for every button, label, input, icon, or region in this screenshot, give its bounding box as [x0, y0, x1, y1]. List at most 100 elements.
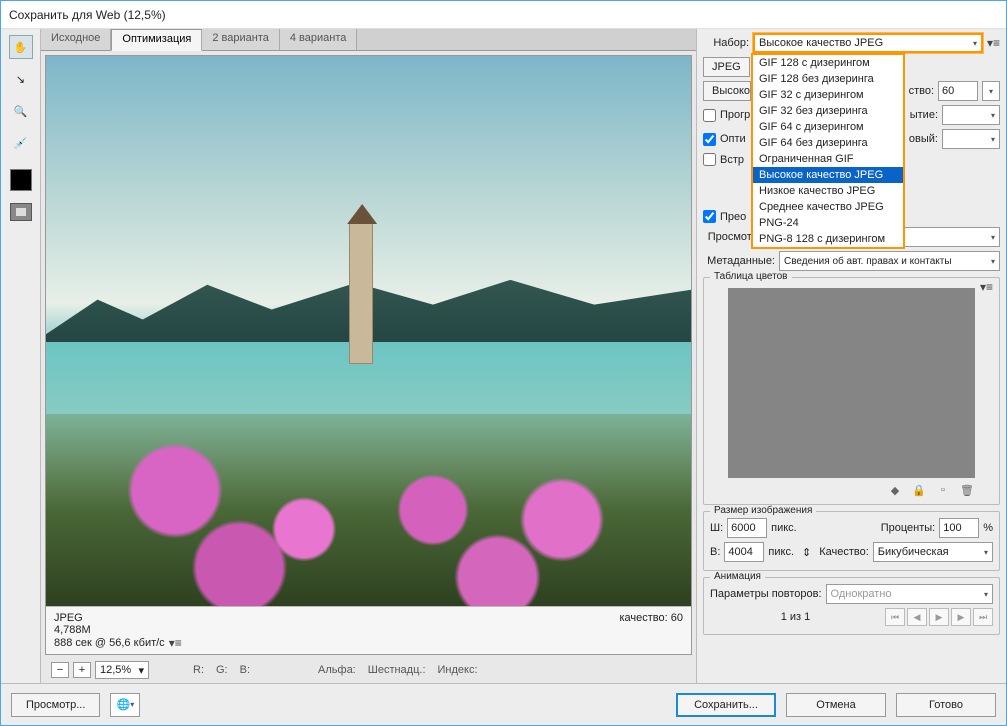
- percent-label: Проценты:: [881, 522, 936, 534]
- blur-select[interactable]: ▾: [942, 105, 1000, 125]
- zoom-out-button[interactable]: −: [51, 662, 69, 678]
- loop-select: Однократно▾: [826, 584, 993, 604]
- zoom-select[interactable]: 12,5%▾: [95, 661, 149, 679]
- matte-select[interactable]: ▾: [942, 129, 1000, 149]
- meta-select[interactable]: Сведения об авт. правах и контакты▾: [779, 251, 1000, 271]
- tab-4up[interactable]: 4 варианта: [280, 29, 358, 50]
- blur-label: ытие:: [910, 109, 938, 121]
- animation-legend: Анимация: [710, 571, 765, 582]
- browser-preview-button[interactable]: 🌐▾: [110, 693, 140, 717]
- optimized-checkbox[interactable]: Опти: [703, 133, 746, 146]
- anim-play-icon: ▶: [929, 608, 949, 626]
- resample-label: Качество:: [819, 546, 869, 558]
- dd-item[interactable]: GIF 128 с дизерингом: [753, 55, 903, 71]
- quality-preset-button[interactable]: Высоко: [703, 81, 751, 101]
- colortable-legend: Таблица цветов: [710, 271, 792, 282]
- progressive-checkbox[interactable]: Прогр: [703, 109, 750, 122]
- preset-select[interactable]: Высокое качество JPEG▾: [753, 33, 983, 53]
- window-title: Сохранить для Web (12,5%): [9, 8, 166, 22]
- imagesize-fieldset: Размер изображения Ш: пикс. Проценты: % …: [703, 511, 1000, 571]
- dd-item[interactable]: Ограниченная GIF: [753, 151, 903, 167]
- format-button[interactable]: JPEG: [703, 57, 750, 77]
- height-input[interactable]: [724, 542, 764, 562]
- dd-item[interactable]: GIF 32 без дизеринга: [753, 103, 903, 119]
- done-button[interactable]: Готово: [896, 693, 996, 717]
- link-icon[interactable]: ⇕: [802, 546, 811, 559]
- tool-column: ✋ ↘ 🔍 💉: [1, 29, 41, 683]
- animation-fieldset: Анимация Параметры повторов: Однократно▾…: [703, 577, 1000, 635]
- px-label: пикс.: [771, 522, 797, 534]
- info-quality: качество: 60: [619, 612, 683, 624]
- quality-input[interactable]: [938, 81, 978, 101]
- settings-menu-icon[interactable]: ▾≡: [987, 36, 1000, 50]
- loop-label: Параметры повторов:: [710, 588, 822, 600]
- convert-srgb-checkbox[interactable]: Прео: [703, 210, 746, 223]
- ct-eyedrop-icon[interactable]: ◆: [887, 482, 903, 498]
- percent-input[interactable]: [939, 518, 979, 538]
- center-column: Исходное Оптимизация 2 варианта 4 вариан…: [41, 29, 696, 683]
- embed-checkbox[interactable]: Встр: [703, 153, 744, 166]
- zoom-in-button[interactable]: +: [73, 662, 91, 678]
- anim-last-icon: ⏭: [973, 608, 993, 626]
- preview-button[interactable]: Просмотр...: [11, 693, 100, 717]
- anim-prev-icon: ◀: [907, 608, 927, 626]
- px-label2: пикс.: [768, 546, 794, 558]
- slice-visibility-toggle[interactable]: [10, 203, 32, 221]
- preview-tabs: Исходное Оптимизация 2 варианта 4 вариан…: [41, 29, 696, 51]
- quality-label: ство:: [909, 85, 934, 97]
- dd-item-selected[interactable]: Высокое качество JPEG: [753, 167, 903, 183]
- alpha-label: Альфа:: [318, 664, 356, 676]
- ct-lock-icon[interactable]: 🔒: [911, 482, 927, 498]
- preview-info: JPEGкачество: 60 4,788M 888 сек @ 56,6 к…: [46, 606, 691, 654]
- titlebar: Сохранить для Web (12,5%): [1, 1, 1006, 29]
- dd-item[interactable]: Среднее качество JPEG: [753, 199, 903, 215]
- h-label: В:: [710, 546, 720, 558]
- frame-counter: 1 из 1: [710, 611, 881, 623]
- b-label: B:: [240, 664, 250, 676]
- anim-next-icon: ▶: [951, 608, 971, 626]
- g-label: G:: [216, 664, 228, 676]
- info-size: 4,788M: [54, 624, 683, 636]
- slice-tool[interactable]: ↘: [9, 67, 33, 91]
- tab-original[interactable]: Исходное: [41, 29, 111, 50]
- imagesize-legend: Размер изображения: [710, 505, 816, 516]
- ct-add-icon[interactable]: ▫: [935, 482, 951, 498]
- w-label: Ш:: [710, 522, 723, 534]
- r-label: R:: [193, 664, 204, 676]
- dd-item[interactable]: GIF 64 с дизерингом: [753, 119, 903, 135]
- cancel-button[interactable]: Отмена: [786, 693, 886, 717]
- tab-optimized[interactable]: Оптимизация: [111, 29, 202, 51]
- width-input[interactable]: [727, 518, 767, 538]
- main-area: ✋ ↘ 🔍 💉 Исходное Оптимизация 2 варианта …: [1, 29, 1006, 683]
- tab-2up[interactable]: 2 варианта: [202, 29, 280, 50]
- dd-item[interactable]: PNG-24: [753, 215, 903, 231]
- quality-stepper[interactable]: ▾: [982, 81, 1000, 101]
- dd-item[interactable]: PNG-8 128 с дизерингом: [753, 231, 903, 247]
- anim-first-icon: ⏮: [885, 608, 905, 626]
- dd-item[interactable]: GIF 128 без дизеринга: [753, 71, 903, 87]
- preset-dropdown[interactable]: GIF 128 с дизерингом GIF 128 без дизерин…: [751, 53, 905, 249]
- image-preview[interactable]: [46, 56, 691, 606]
- settings-panel: Набор: Высокое качество JPEG▾ ▾≡ GIF 128…: [696, 29, 1006, 683]
- resample-select[interactable]: Бикубическая▾: [873, 542, 993, 562]
- save-button[interactable]: Сохранить...: [676, 693, 776, 717]
- hand-tool[interactable]: ✋: [9, 35, 33, 59]
- dd-item[interactable]: Низкое качество JPEG: [753, 183, 903, 199]
- matte-label: овый:: [909, 133, 938, 145]
- status-bar: − + 12,5%▾ R: G: B: Альфа: Шестнадц.: Ин…: [45, 659, 692, 681]
- canvas-wrap: JPEGкачество: 60 4,788M 888 сек @ 56,6 к…: [45, 55, 692, 655]
- color-swatch[interactable]: [10, 169, 32, 191]
- meta-label: Метаданные:: [703, 255, 775, 267]
- ct-trash-icon[interactable]: 🗑: [959, 482, 975, 498]
- zoom-tool[interactable]: 🔍: [9, 99, 33, 123]
- color-table[interactable]: [728, 288, 975, 478]
- dd-item[interactable]: GIF 32 с дизерингом: [753, 87, 903, 103]
- colortable-menu-icon[interactable]: ▾≡: [980, 280, 993, 294]
- anim-controls: ⏮ ◀ ▶ ▶ ⏭: [885, 608, 993, 626]
- colortable-fieldset: Таблица цветов ▾≡ ◆ 🔒 ▫ 🗑: [703, 277, 1000, 505]
- footer: Просмотр... 🌐▾ Сохранить... Отмена Готов…: [1, 683, 1006, 725]
- preset-label: Набор:: [703, 37, 749, 49]
- eyedropper-tool[interactable]: 💉: [9, 131, 33, 155]
- info-menu-icon[interactable]: ▾≡: [169, 636, 182, 650]
- dd-item[interactable]: GIF 64 без дизеринга: [753, 135, 903, 151]
